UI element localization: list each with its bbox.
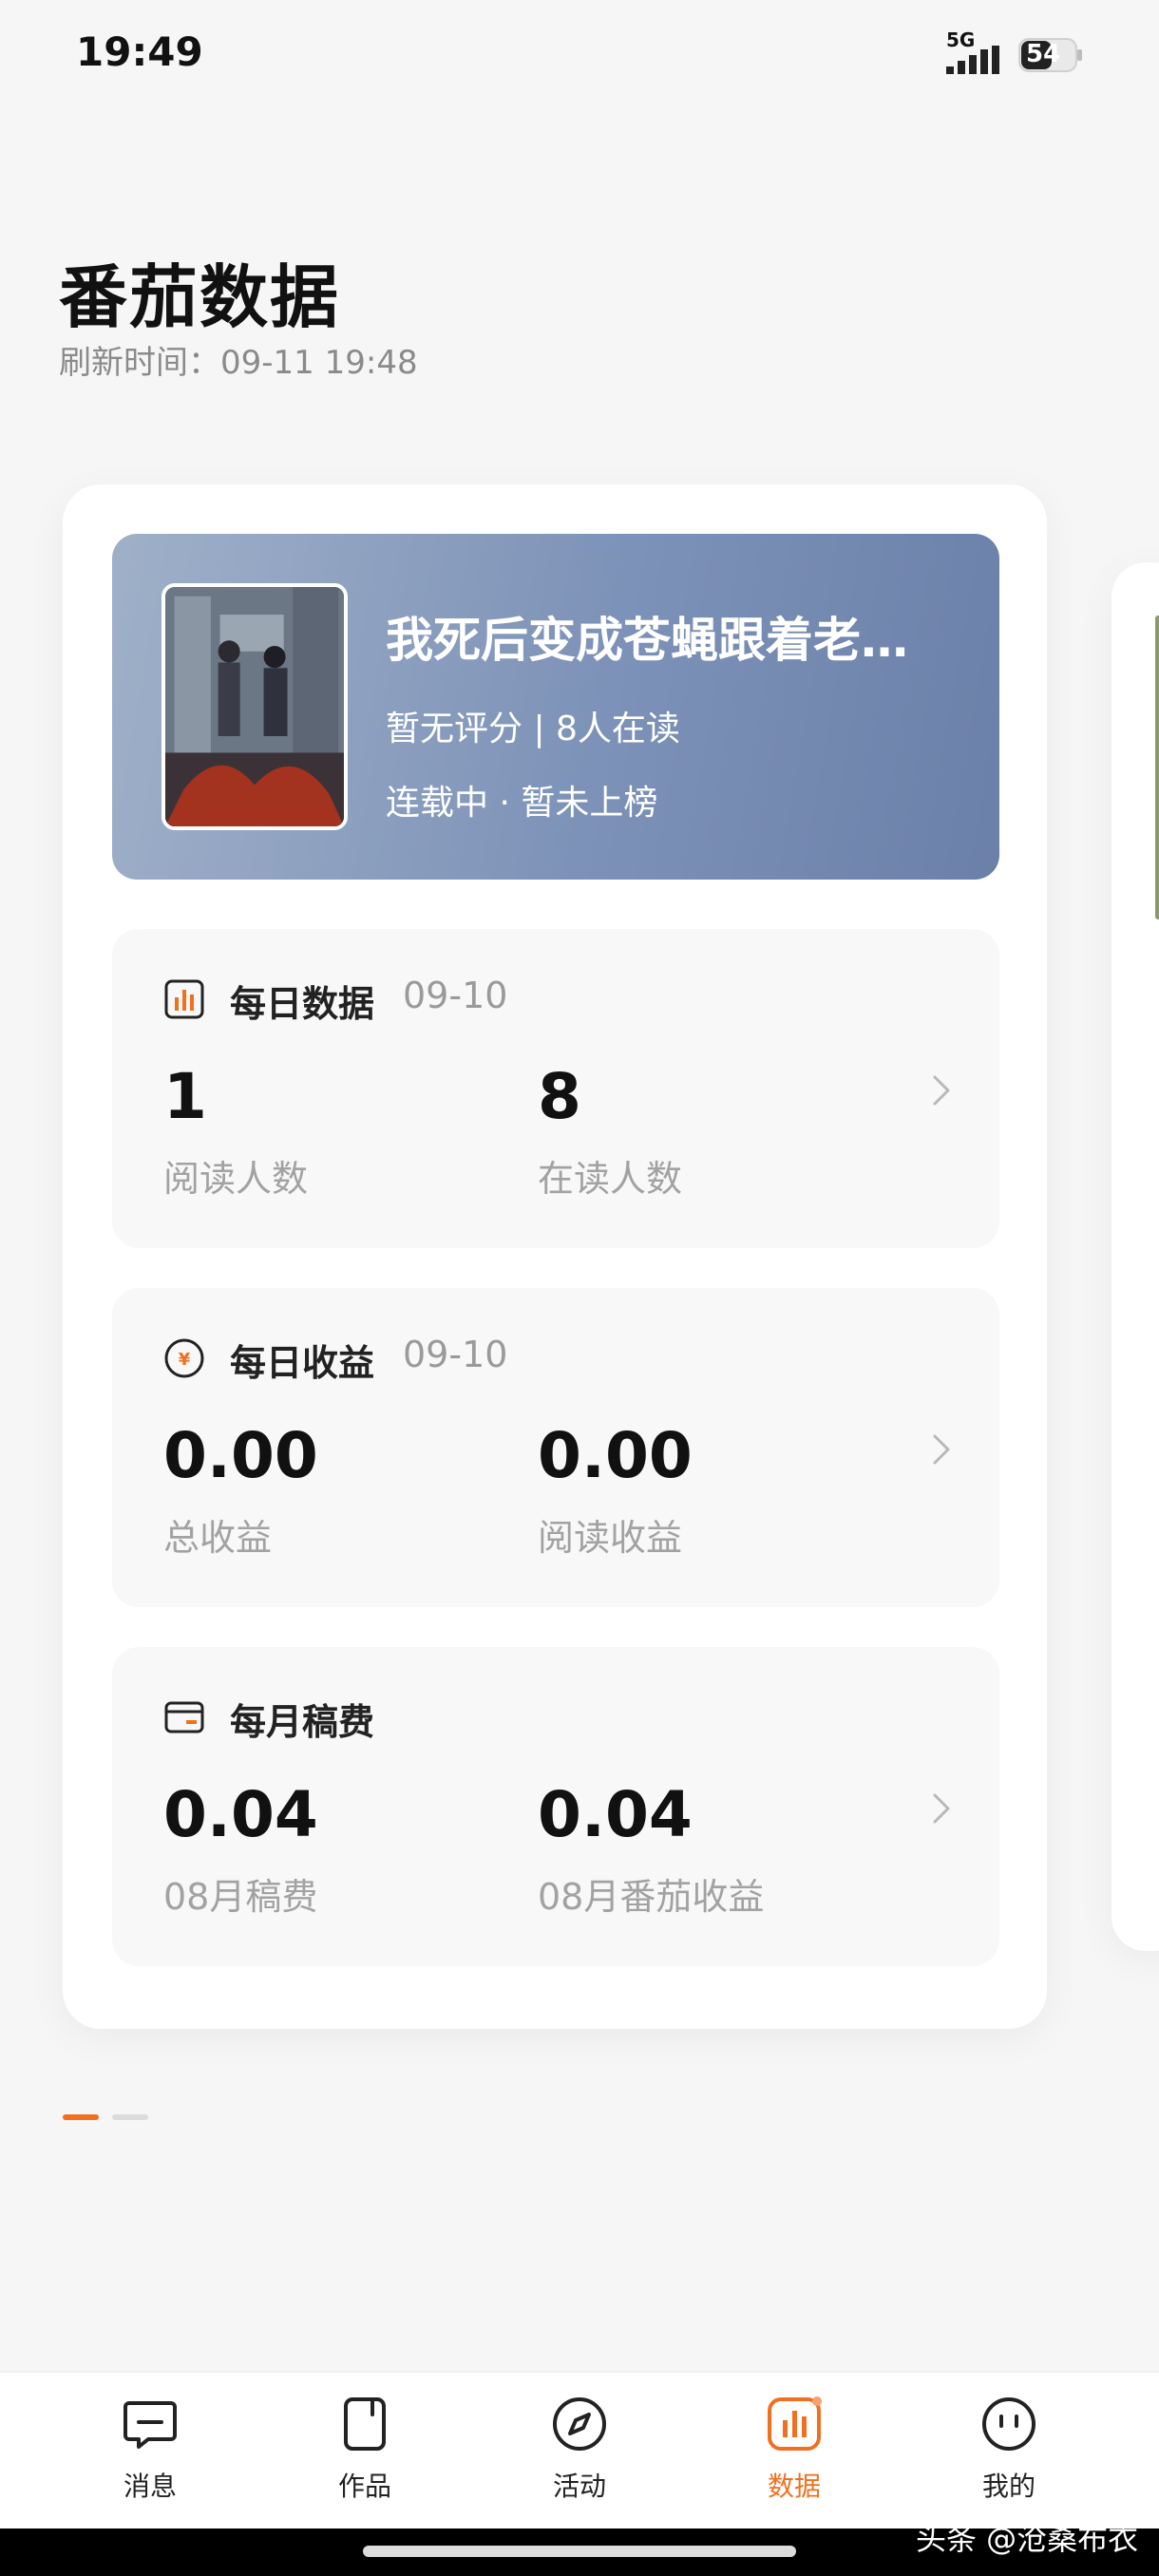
- profile-icon: [982, 2397, 1036, 2451]
- home-indicator[interactable]: [363, 2546, 796, 2557]
- nav-works[interactable]: 作品: [298, 2394, 431, 2517]
- nav-messages[interactable]: 消息: [84, 2394, 217, 2517]
- nav-label: 活动: [552, 2471, 606, 2502]
- nav-activities[interactable]: 活动: [513, 2394, 646, 2517]
- card-title: 每日数据: [230, 983, 375, 1025]
- battery-level: 54: [1026, 40, 1061, 68]
- metric-value: 0.04: [538, 1778, 693, 1851]
- battery-icon: 54: [1018, 38, 1083, 72]
- nav-profile[interactable]: 我的: [942, 2394, 1075, 2517]
- book-banner[interactable]: 我死后变成苍蝇跟着老… 暂无评分 | 8人在读 连载中 · 暂未上榜: [112, 534, 999, 880]
- page-dot: [112, 2114, 148, 2120]
- svg-text:¥: ¥: [179, 1350, 191, 1370]
- bottom-nav: 消息 作品 活动 数据 我的: [0, 2371, 1159, 2529]
- chevron-right-icon[interactable]: [927, 1429, 956, 1470]
- metric-label: 08月番茄收益: [538, 1876, 765, 1918]
- metric-value: 8: [538, 1060, 581, 1133]
- card-title: 每日收益: [230, 1342, 375, 1384]
- book-status: 连载中: [386, 784, 489, 823]
- book-status-line: 连载中 · 暂未上榜: [386, 784, 658, 823]
- metric-label: 总收益: [163, 1517, 273, 1559]
- compass-icon: [553, 2397, 606, 2451]
- metric-value: 0.00: [538, 1419, 693, 1492]
- message-icon: [124, 2401, 177, 2449]
- daily-data-card[interactable]: 每日数据 09-10 1 阅读人数 8 在读人数: [112, 929, 999, 1248]
- metric-value: 0.04: [163, 1778, 318, 1851]
- nav-label: 我的: [981, 2471, 1036, 2502]
- book-title: 我死后变成苍蝇跟着老…: [386, 613, 908, 668]
- refresh-time: 09-11 19:48: [220, 344, 418, 382]
- book-data-card: 我死后变成苍蝇跟着老… 暂无评分 | 8人在读 连载中 · 暂未上榜 每日数据 …: [63, 484, 1047, 2029]
- works-icon: [344, 2397, 386, 2451]
- nav-data[interactable]: 数据: [728, 2394, 861, 2517]
- book-cover-image: [162, 583, 348, 830]
- metric-label: 阅读收益: [538, 1517, 683, 1559]
- book-meta: 暂无评分 | 8人在读: [386, 710, 680, 748]
- metric-label: 在读人数: [538, 1158, 683, 1200]
- yuan-coin-icon: ¥: [164, 1338, 204, 1378]
- metric-value: 0.00: [163, 1419, 318, 1492]
- book-readers: 8人在读: [556, 710, 680, 748]
- card-title: 每月稿费: [230, 1701, 375, 1743]
- page-dot-active: [63, 2114, 99, 2120]
- chevron-right-icon[interactable]: [927, 1788, 956, 1829]
- card-date: 09-10: [403, 975, 508, 1016]
- daily-earnings-card[interactable]: ¥ 每日收益 09-10 0.00 总收益 0.00 阅读收益: [112, 1288, 999, 1607]
- metric-value: 1: [163, 1060, 207, 1133]
- book-rating: 暂无评分: [386, 710, 523, 748]
- book-rank: 暂未上榜: [521, 784, 658, 823]
- wallet-icon: [164, 1701, 204, 1733]
- refresh-label: 刷新时间：: [59, 344, 220, 382]
- nav-label: 作品: [337, 2471, 391, 2502]
- bar-chart-icon: [164, 979, 204, 1019]
- signal-icon: [946, 46, 999, 74]
- metric-label: 08月稿费: [163, 1876, 318, 1918]
- data-icon: [768, 2396, 822, 2451]
- watermark: 头条 @沧桑布衣: [916, 2521, 1139, 2557]
- page-title: 番茄数据: [59, 256, 341, 337]
- card-date: 09-10: [403, 1334, 508, 1375]
- status-time: 19:49: [76, 28, 203, 75]
- nav-label: 数据: [767, 2471, 821, 2502]
- chevron-right-icon[interactable]: [927, 1070, 956, 1111]
- status-bar: 19:49 5G 54: [0, 0, 1159, 114]
- metric-label: 阅读人数: [163, 1158, 309, 1200]
- nav-label: 消息: [123, 2471, 177, 2502]
- next-card-peek[interactable]: [1112, 562, 1159, 1951]
- refresh-time-line: 刷新时间：09-11 19:48: [59, 336, 418, 383]
- monthly-royalty-card[interactable]: 每月稿费 0.04 08月稿费 0.04 08月番茄收益: [112, 1647, 999, 1966]
